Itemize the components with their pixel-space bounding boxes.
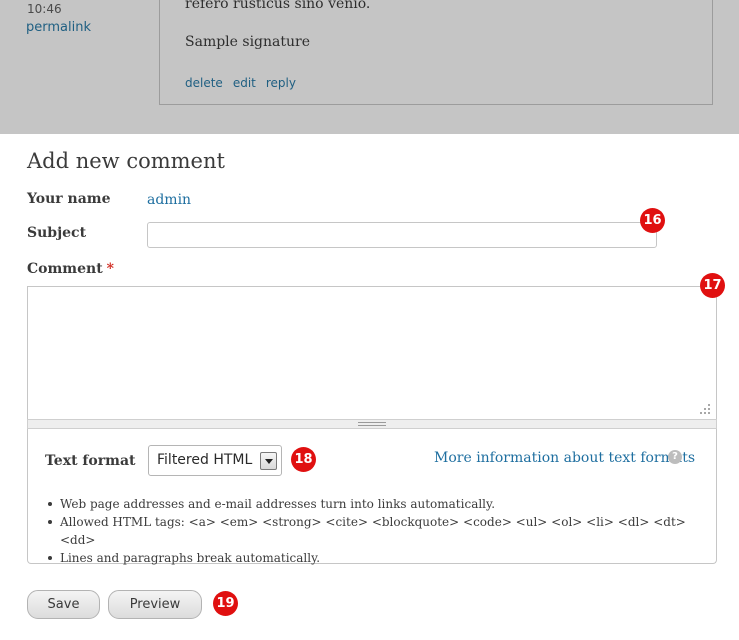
required-mark: * bbox=[106, 261, 114, 277]
subject-input[interactable] bbox=[147, 222, 657, 248]
name-label: Your name bbox=[27, 191, 111, 207]
previous-comment-text: refero rusticus sino venio. bbox=[185, 0, 371, 12]
comment-label-text: Comment bbox=[27, 261, 103, 277]
marker-18: 18 bbox=[291, 447, 316, 472]
subject-label: Subject bbox=[27, 225, 87, 241]
help-circle-icon[interactable]: ? bbox=[668, 450, 682, 464]
comment-textarea[interactable] bbox=[27, 286, 717, 419]
preview-button[interactable]: Preview bbox=[108, 590, 202, 619]
marker-19: 19 bbox=[213, 591, 238, 616]
previous-comment-box: refero rusticus sino venio. Sample signa… bbox=[159, 0, 713, 105]
add-comment-heading: Add new comment bbox=[27, 149, 225, 173]
textarea-resize-handle[interactable] bbox=[27, 419, 717, 429]
previous-comment-signature: Sample signature bbox=[185, 34, 310, 50]
comment-links: delete edit reply bbox=[185, 76, 296, 90]
reply-link[interactable]: reply bbox=[266, 76, 296, 90]
comment-label: Comment * bbox=[27, 261, 114, 277]
format-tip: Allowed HTML tags: <a> <em> <strong> <ci… bbox=[47, 513, 716, 549]
marker-17: 17 bbox=[700, 273, 725, 298]
resize-grip-icon[interactable] bbox=[700, 404, 710, 414]
format-tip: Lines and paragraphs break automatically… bbox=[47, 549, 716, 567]
text-format-panel: Text format Filtered HTML More informati… bbox=[27, 429, 717, 567]
permalink-link[interactable]: permalink bbox=[26, 20, 91, 35]
comment-time: 10:46 bbox=[27, 2, 62, 16]
grip-lines-icon bbox=[358, 422, 386, 426]
save-button[interactable]: Save bbox=[27, 590, 100, 619]
format-tips-list: Web page addresses and e-mail addresses … bbox=[47, 495, 716, 567]
text-format-selected: Filtered HTML bbox=[157, 452, 253, 468]
text-format-select[interactable]: Filtered HTML bbox=[148, 445, 282, 476]
previous-comment-overlay: 10:46 permalink refero rusticus sino ven… bbox=[0, 0, 739, 134]
chevron-down-icon[interactable] bbox=[260, 452, 277, 470]
more-info-link[interactable]: More information about text formats bbox=[434, 450, 695, 466]
marker-16: 16 bbox=[640, 208, 665, 233]
delete-link[interactable]: delete bbox=[185, 76, 223, 90]
text-format-label: Text format bbox=[45, 453, 136, 469]
edit-link[interactable]: edit bbox=[233, 76, 256, 90]
name-value[interactable]: admin bbox=[147, 192, 191, 208]
format-tip: Web page addresses and e-mail addresses … bbox=[47, 495, 716, 513]
